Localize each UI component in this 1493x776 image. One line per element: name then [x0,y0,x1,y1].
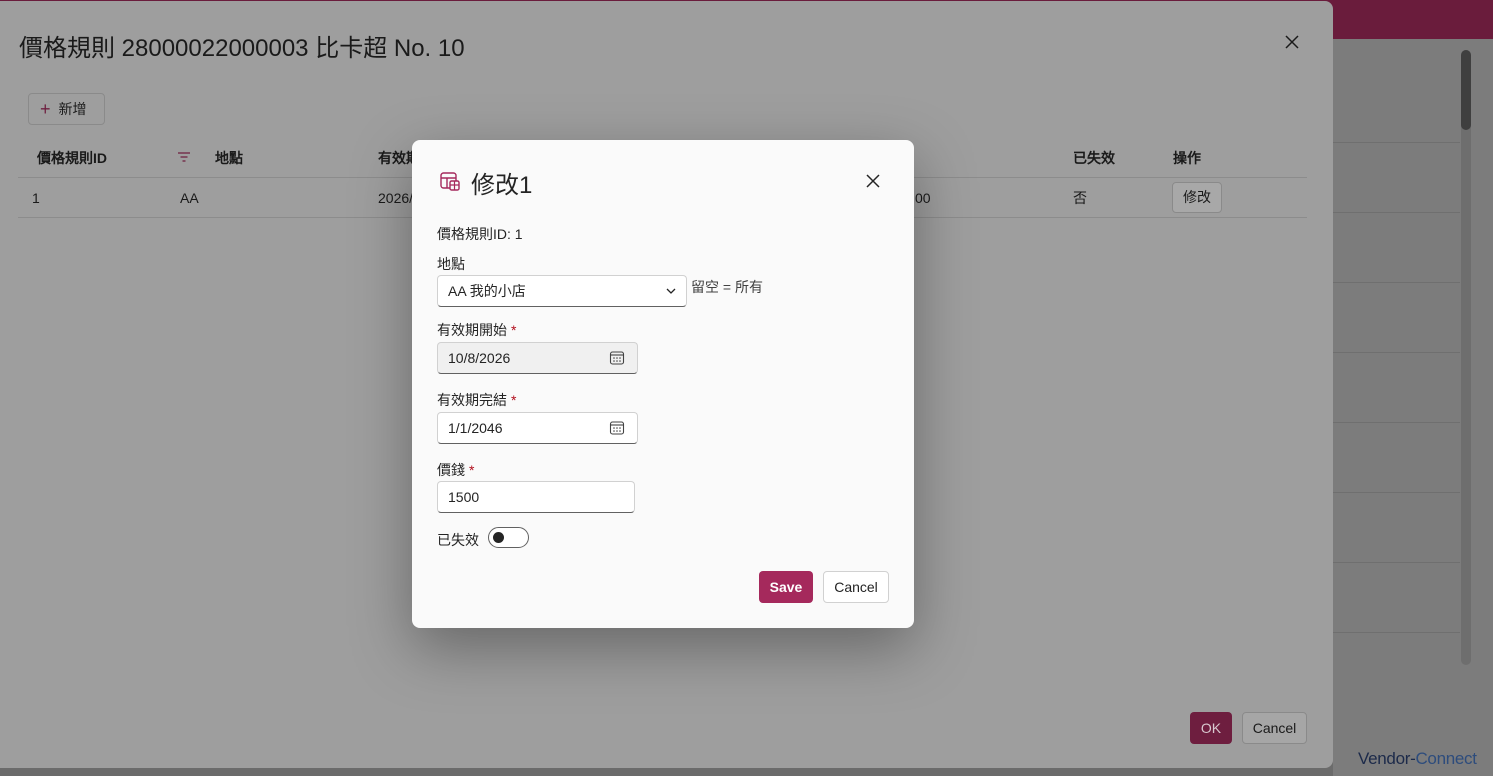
close-icon[interactable] [1281,31,1303,53]
cell-rule-id: 1 [32,190,40,206]
chevron-down-icon [666,288,676,294]
required-marker: * [511,322,517,338]
expired-toggle[interactable] [488,527,529,548]
price-input[interactable]: 1500 [437,481,635,513]
outer-cancel-button[interactable]: Cancel [1242,712,1307,744]
add-button-label: 新增 [58,101,87,117]
close-icon[interactable] [862,170,884,192]
cell-start: 2026/ [378,190,414,206]
cell-price: 00 [915,190,931,206]
end-date-field[interactable]: 1/1/2046 [437,412,638,444]
vendor-connect-logo: Vendor-Connect [1358,749,1477,768]
price-rules-dialog-title: 價格規則 28000022000003 比卡超 No. 10 [19,35,465,62]
filter-icon[interactable] [176,149,192,165]
col-header-expired: 已失效 [1073,150,1115,166]
col-header-rule-id: 價格規則ID [37,150,107,166]
end-date-label: 有效期完結 * [437,392,517,408]
cancel-button[interactable]: Cancel [823,571,889,603]
edit-rule-modal: 修改1 價格規則ID: 1 地點 AA 我的小店 留空 = 所有 有效期開始 * … [412,140,914,628]
col-header-location: 地點 [215,150,243,166]
required-marker: * [511,392,517,408]
edit-row-button[interactable]: 修改 [1172,182,1222,213]
start-date-label: 有效期開始 * [437,322,517,338]
table-edit-icon [440,172,460,191]
ok-button[interactable]: OK [1190,712,1232,744]
add-button[interactable]: + 新增 [28,93,105,125]
calendar-icon[interactable] [609,350,625,366]
start-date-value: 10/8/2026 [448,350,511,366]
location-select-value: AA 我的小店 [448,283,526,299]
page-scrollbar[interactable] [1461,50,1471,665]
save-button[interactable]: Save [759,571,813,603]
location-hint: 留空 = 所有 [691,279,763,295]
start-date-field[interactable]: 10/8/2026 [437,342,638,374]
cell-location: AA [180,190,199,206]
end-date-value: 1/1/2046 [448,420,503,436]
cell-expired: 否 [1073,190,1087,206]
required-marker: * [469,462,475,478]
price-label: 價錢 * [437,462,475,478]
expired-label: 已失效 [437,532,479,548]
toggle-knob [493,532,504,543]
location-select[interactable]: AA 我的小店 [437,275,687,307]
calendar-icon[interactable] [609,420,625,436]
rule-id-text: 價格規則ID: 1 [437,226,523,242]
modal-title: 修改1 [471,172,533,199]
page-scrollbar-thumb[interactable] [1461,50,1471,130]
plus-icon: + [40,99,51,119]
location-label: 地點 [437,256,465,272]
col-header-actions: 操作 [1173,150,1201,166]
